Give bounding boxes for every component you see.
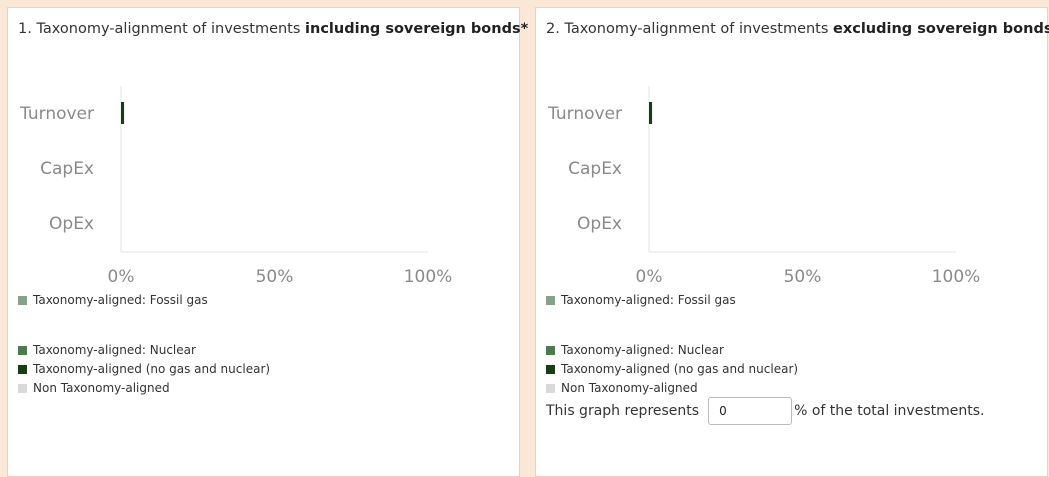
panel-title-prefix: 1. Taxonomy-alignment of investments bbox=[18, 21, 306, 37]
legend-swatch-no-gas-nuclear bbox=[546, 365, 555, 374]
x-tick-label: 0% bbox=[108, 267, 135, 287]
legend-swatch-non-aligned bbox=[18, 384, 27, 393]
y-tick-label: CapEx bbox=[568, 159, 622, 179]
y-tick-label: OpEx bbox=[49, 214, 94, 234]
y-tick-label: Turnover bbox=[547, 104, 622, 124]
legend-label-no-gas-nuclear: Taxonomy-aligned (no gas and nuclear) bbox=[561, 362, 799, 376]
legend-swatch-fossil-gas bbox=[546, 296, 555, 305]
investment-share-input[interactable] bbox=[708, 397, 793, 425]
panel-title-prefix: 2. Taxonomy-alignment of investments bbox=[546, 21, 834, 37]
chart-panel-excluding-sovereign-bonds: 2. Taxonomy-alignment of investments exc… bbox=[535, 7, 1049, 477]
legend-item-no-gas-nuclear: Taxonomy-aligned (no gas and nuclear) bbox=[18, 361, 270, 377]
y-tick-label: Turnover bbox=[19, 104, 94, 124]
stacked-bar-chart: Turnover CapEx OpEx 0% 50% 100% bbox=[19, 86, 453, 287]
legend-item-fossil-gas: Taxonomy-aligned: Fossil gas bbox=[546, 292, 736, 308]
legend-label-fossil-gas: Taxonomy-aligned: Fossil gas bbox=[561, 293, 736, 307]
legend-item-non-aligned: Non Taxonomy-aligned bbox=[18, 380, 170, 396]
chart-panel-including-sovereign-bonds: 1. Taxonomy-alignment of investments inc… bbox=[7, 7, 528, 477]
panel-title-bold: including sovereign bonds* bbox=[305, 21, 529, 37]
x-tick-label: 50% bbox=[256, 267, 294, 287]
x-tick-label: 50% bbox=[784, 267, 822, 287]
bar-segment bbox=[121, 102, 125, 124]
bar-segment bbox=[649, 102, 653, 124]
legend-label-nuclear: Taxonomy-aligned: Nuclear bbox=[561, 343, 724, 357]
legend-swatch-non-aligned bbox=[546, 384, 555, 393]
stacked-bar-chart: Turnover CapEx OpEx 0% 50% 100% bbox=[547, 86, 981, 287]
y-tick-label: CapEx bbox=[40, 159, 94, 179]
legend-label-nuclear: Taxonomy-aligned: Nuclear bbox=[33, 343, 196, 357]
legend-swatch-fossil-gas bbox=[18, 296, 27, 305]
investment-share-prefix: This graph represents bbox=[546, 403, 700, 419]
legend-item-fossil-gas: Taxonomy-aligned: Fossil gas bbox=[18, 292, 208, 308]
legend-swatch-nuclear bbox=[18, 346, 27, 355]
legend-item-no-gas-nuclear: Taxonomy-aligned (no gas and nuclear) bbox=[546, 361, 798, 377]
investment-share-row: This graph represents % of the total inv… bbox=[546, 397, 984, 425]
legend-label-fossil-gas: Taxonomy-aligned: Fossil gas bbox=[33, 293, 208, 307]
legend-item-non-aligned: Non Taxonomy-aligned bbox=[546, 380, 698, 396]
legend-item-nuclear: Taxonomy-aligned: Nuclear bbox=[18, 342, 196, 358]
legend-label-non-aligned: Non Taxonomy-aligned bbox=[33, 381, 170, 395]
y-tick-label: OpEx bbox=[577, 214, 622, 234]
x-tick-label: 0% bbox=[636, 267, 663, 287]
legend-item-nuclear: Taxonomy-aligned: Nuclear bbox=[546, 342, 724, 358]
x-tick-label: 100% bbox=[404, 267, 453, 287]
investment-share-suffix: % of the total investments. bbox=[794, 403, 985, 419]
panel-title-bold: excluding sovereign bonds* bbox=[833, 21, 1049, 37]
panel-title: 1. Taxonomy-alignment of investments inc… bbox=[18, 21, 528, 37]
x-tick-label: 100% bbox=[932, 267, 981, 287]
panel-title: 2. Taxonomy-alignment of investments exc… bbox=[546, 21, 1049, 37]
legend-label-non-aligned: Non Taxonomy-aligned bbox=[561, 381, 698, 395]
legend-swatch-no-gas-nuclear bbox=[18, 365, 27, 374]
legend-swatch-nuclear bbox=[546, 346, 555, 355]
legend-label-no-gas-nuclear: Taxonomy-aligned (no gas and nuclear) bbox=[33, 362, 271, 376]
